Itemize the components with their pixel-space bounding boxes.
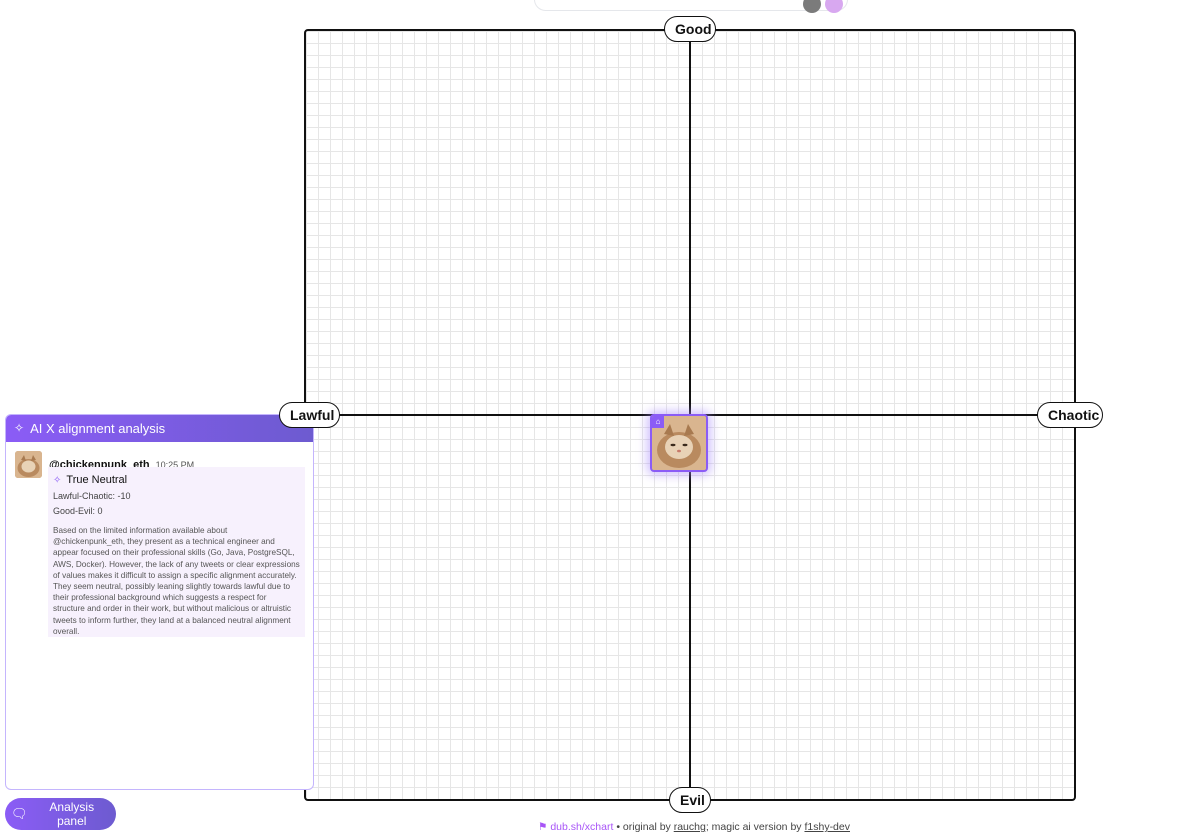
user-marker[interactable]: ⌂ — [650, 414, 708, 472]
chat-bubble-icon: 🗨︎ — [11, 806, 28, 821]
analysis-panel-button[interactable]: 🗨︎ Analysis panel — [5, 798, 116, 830]
panel-header: ✧ AI X alignment analysis — [6, 415, 313, 442]
sparkle-icon: ✧ — [53, 474, 62, 486]
sparkle-icon: ✧ — [14, 421, 25, 435]
github-icon: ⚑ — [538, 821, 548, 833]
user-avatar-gray[interactable] — [803, 0, 821, 13]
axis-label-evil: Evil — [669, 787, 711, 813]
axis-label-lawful: Lawful — [279, 402, 340, 428]
axis-label-chaotic: Chaotic — [1037, 402, 1103, 428]
footer-magic-prefix: ; magic ai version by — [705, 821, 802, 833]
good-evil-score: Good-Evil: 0 — [53, 506, 103, 516]
result-card: ✧ True Neutral Lawful-Chaotic: -10 Good-… — [48, 467, 305, 637]
analysis-panel: ✧ AI X alignment analysis @chickenpunk_e… — [5, 414, 314, 790]
panel-title: AI X alignment analysis — [30, 421, 166, 436]
footer-link-f1shy-dev[interactable]: f1shy-dev — [804, 821, 850, 833]
user-avatar-purple[interactable] — [825, 0, 843, 13]
analysis-panel-button-label: Analysis panel — [49, 800, 95, 828]
footer-separator: • — [616, 821, 620, 833]
result-title: ✧ True Neutral — [53, 474, 300, 486]
lawful-chaotic-score: Lawful-Chaotic: -10 — [53, 491, 131, 501]
footer-link-rauchg[interactable]: rauchg — [674, 821, 706, 833]
alignment-label: True Neutral — [66, 474, 128, 486]
avatar — [15, 451, 42, 478]
analysis-description: Based on the limited information availab… — [53, 526, 300, 636]
lock-icon: ⌂ — [652, 416, 664, 428]
axis-label-good: Good — [664, 16, 716, 42]
footer-original-prefix: original by — [622, 821, 671, 833]
cat-avatar-image — [15, 451, 42, 478]
footer: ⚑ dub.sh/xchart • original by rauchg; ma… — [538, 821, 850, 833]
footer-link-xchart[interactable]: dub.sh/xchart — [550, 821, 613, 833]
search-bar[interactable] — [534, 0, 848, 13]
